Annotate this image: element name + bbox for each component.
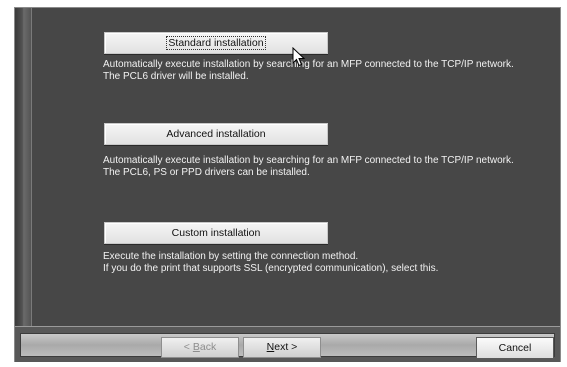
standard-installation-desc-line1: Automatically execute installation by se… xyxy=(103,59,514,70)
next-button[interactable]: Next > xyxy=(243,337,321,358)
advanced-installation-desc-line1: Automatically execute installation by se… xyxy=(103,155,514,166)
custom-installation-desc-line2: If you do the print that supports SSL (e… xyxy=(103,263,439,274)
custom-installation-label: Custom installation xyxy=(171,227,261,239)
custom-installation-desc-line1: Execute the installation by setting the … xyxy=(103,251,359,262)
installer-window: Standard installation Automatically exec… xyxy=(14,7,561,362)
standard-installation-description: Automatically execute installation by se… xyxy=(103,59,563,83)
advanced-installation-button[interactable]: Advanced installation xyxy=(104,123,328,145)
custom-installation-button[interactable]: Custom installation xyxy=(104,222,328,244)
advanced-installation-description: Automatically execute installation by se… xyxy=(103,155,563,179)
wizard-footer: < Back Next > Cancel xyxy=(15,326,560,362)
installation-options-panel: Standard installation Automatically exec… xyxy=(32,8,560,326)
left-decorative-strip xyxy=(15,8,32,326)
advanced-installation-desc-line2: The PCL6, PS or PPD drivers can be insta… xyxy=(103,167,310,178)
advanced-installation-label: Advanced installation xyxy=(166,128,266,140)
footer-button-bar: < Back Next > Cancel xyxy=(20,333,555,359)
cancel-button[interactable]: Cancel xyxy=(476,337,554,359)
back-button[interactable]: < Back xyxy=(161,337,239,358)
mouse-pointer-icon xyxy=(292,47,306,67)
standard-installation-desc-line2: The PCL6 driver will be installed. xyxy=(103,71,249,82)
standard-installation-label: Standard installation xyxy=(166,36,266,50)
custom-installation-description: Execute the installation by setting the … xyxy=(103,251,563,275)
